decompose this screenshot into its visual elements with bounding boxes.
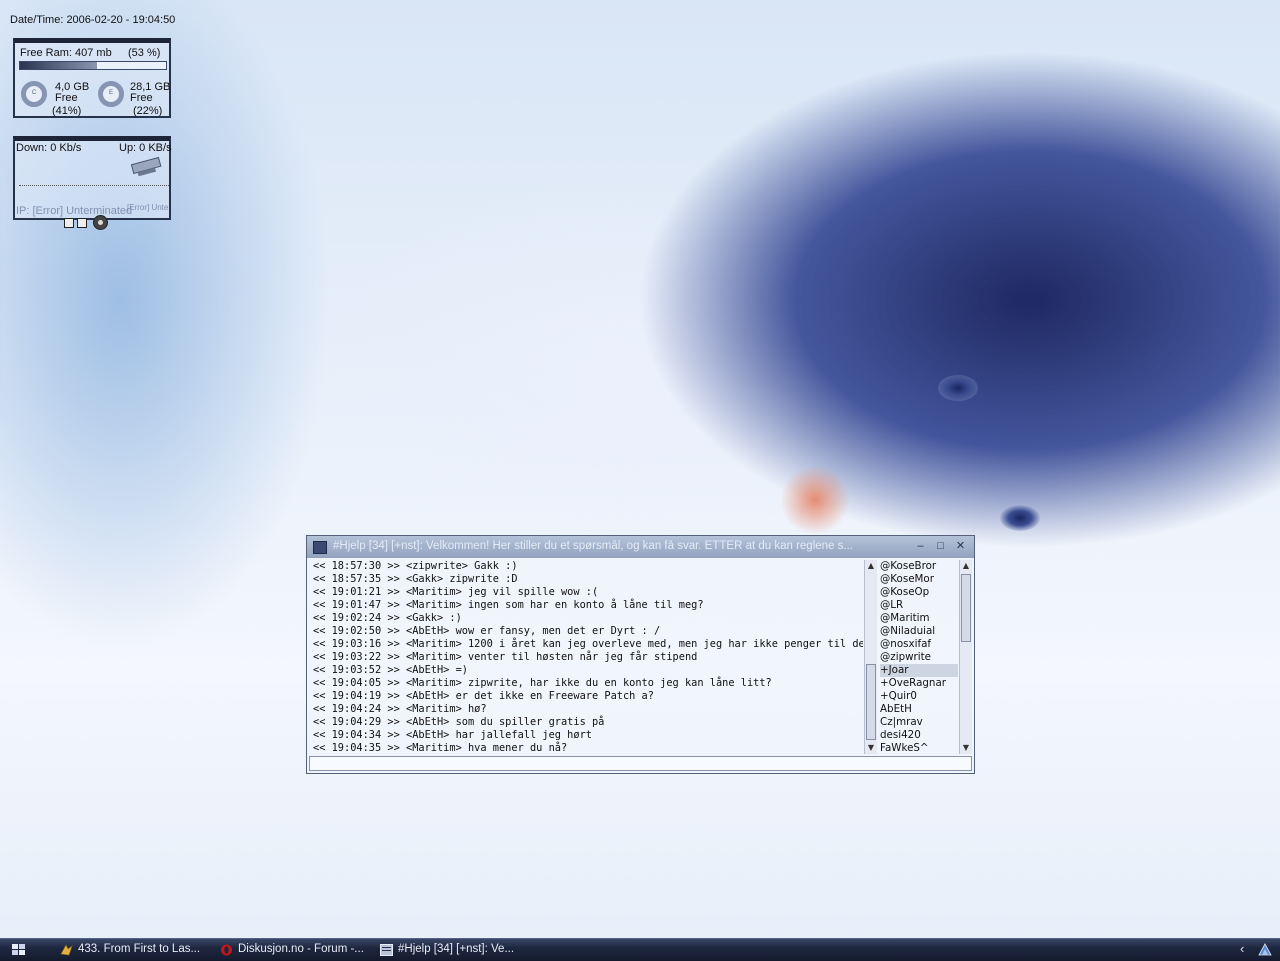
- network-tray-icon[interactable]: [1257, 942, 1273, 957]
- disk-e-letter: E: [108, 90, 113, 96]
- network-graph-divider: [19, 185, 169, 186]
- start-button[interactable]: [0, 939, 38, 961]
- nick-item[interactable]: +Joar: [880, 664, 958, 677]
- chat-line: << 19:02:50 >> <AbEtH> wow er fansy, men…: [313, 625, 661, 637]
- nick-item[interactable]: desi420: [880, 729, 958, 742]
- nick-item[interactable]: Cz|mrav: [880, 716, 958, 729]
- irc-title-bar[interactable]: #Hjelp [34] [+nst]: Velkommen! Her still…: [307, 536, 974, 558]
- nicklist-scroll-thumb[interactable]: [961, 574, 971, 642]
- chat-line: << 19:02:24 >> <Gakk> :): [313, 612, 462, 624]
- network-widget: Down: 0 Kb/s Up: 0 KB/s IP: [Error] Unte…: [13, 136, 172, 220]
- taskbar-task-irc[interactable]: #Hjelp [34] [+nst]: Ve...: [378, 941, 528, 959]
- nicklist-scrollbar[interactable]: ▲ ▼: [959, 560, 972, 754]
- ip-address: IP: [Error] Unterminated: [16, 205, 133, 217]
- widget-settings-button[interactable]: [93, 215, 108, 230]
- free-ram-label: Free Ram: 407 mb: [20, 47, 112, 59]
- nick-item[interactable]: @LR: [880, 599, 958, 612]
- nick-item[interactable]: @KoseBror: [880, 560, 958, 573]
- chat-line: << 19:03:52 >> <AbEtH> =): [313, 664, 468, 676]
- irc-channel-window: #Hjelp [34] [+nst]: Velkommen! Her still…: [306, 535, 975, 774]
- datetime-display: Date/Time: 2006-02-20 - 19:04:50: [10, 14, 176, 26]
- chat-line: << 19:04:29 >> <AbEtH> som du spiller gr…: [313, 716, 605, 728]
- winamp-icon: [60, 944, 73, 956]
- chat-line: << 19:04:05 >> <Maritim> zipwrite, har i…: [313, 677, 772, 689]
- nick-item[interactable]: @nosxifaf: [880, 638, 958, 651]
- scroll-up-arrow-icon[interactable]: ▲: [865, 560, 877, 572]
- nick-item[interactable]: @Niladuial: [880, 625, 958, 638]
- download-speed: Down: 0 Kb/s: [16, 142, 82, 154]
- chat-scroll-thumb[interactable]: [866, 664, 876, 740]
- chat-line: << 18:57:35 >> <Gakk> zipwrite :D: [313, 573, 518, 585]
- widget-restore-button[interactable]: [64, 218, 74, 228]
- ram-usage-fill: [20, 62, 98, 69]
- widget-maximize-button[interactable]: [77, 218, 87, 228]
- disk-c-letter: C: [31, 90, 37, 96]
- disk-c-free-label: Free: [55, 92, 78, 104]
- nick-list[interactable]: @KoseBror @KoseMor @KoseOp @LR @Maritim …: [880, 560, 958, 754]
- nick-item[interactable]: AbEtH: [880, 703, 958, 716]
- ram-usage-bar: [19, 61, 167, 70]
- scroll-up-arrow-icon[interactable]: ▲: [960, 560, 972, 572]
- chat-line: << 19:04:24 >> <Maritim> hø?: [313, 703, 487, 715]
- nick-item[interactable]: @KoseMor: [880, 573, 958, 586]
- opera-icon: [221, 944, 232, 956]
- scroll-down-arrow-icon[interactable]: ▼: [960, 742, 972, 754]
- taskbar: 433. From First to Las... Diskusjon.no -…: [0, 938, 1280, 961]
- nick-item[interactable]: FaWkeS^: [880, 742, 958, 754]
- scroll-down-arrow-icon[interactable]: ▼: [865, 742, 877, 754]
- nick-item[interactable]: @Maritim: [880, 612, 958, 625]
- chat-line: << 19:04:35 >> <Maritim> hva mener du nå…: [313, 742, 568, 754]
- chat-line: << 19:04:19 >> <AbEtH> er det ikke en Fr…: [313, 690, 654, 702]
- chat-scrollbar[interactable]: ▲ ▼: [864, 560, 877, 754]
- task-label: #Hjelp [34] [+nst]: Ve...: [398, 943, 515, 955]
- network-card-icon: [130, 156, 162, 177]
- ram-percent: (53 %): [128, 47, 161, 59]
- irc-window-icon: [380, 944, 393, 956]
- chat-line: << 19:03:22 >> <Maritim> venter til høst…: [313, 651, 698, 663]
- task-label: Diskusjon.no - Forum -...: [238, 943, 364, 955]
- taskbar-task-winamp[interactable]: 433. From First to Las...: [58, 941, 208, 959]
- irc-window-icon: [313, 541, 327, 554]
- chat-line: << 19:01:21 >> <Maritim> jeg vil spille …: [313, 586, 599, 598]
- maximize-button[interactable]: □: [933, 539, 948, 554]
- chat-line: << 19:01:47 >> <Maritim> ingen som har e…: [313, 599, 704, 611]
- nick-item[interactable]: +Quir0: [880, 690, 958, 703]
- chat-line: << 19:03:16 >> <Maritim> 1200 i året kan…: [313, 638, 863, 650]
- ram-disk-widget: Free Ram: 407 mb (53 %) C 4,0 GB Free (4…: [13, 38, 171, 118]
- chat-log[interactable]: << 18:57:30 >> <zipwrite> Gakk :) << 18:…: [313, 560, 863, 754]
- disk-c-percent: (41%): [52, 105, 82, 117]
- nick-item[interactable]: +OveRagnar: [880, 677, 958, 690]
- nick-item[interactable]: @zipwrite: [880, 651, 958, 664]
- close-button[interactable]: ✕: [953, 539, 968, 554]
- disk-e-free-label: Free: [130, 92, 153, 104]
- irc-window-title: #Hjelp [34] [+nst]: Velkommen! Her still…: [333, 540, 853, 552]
- nick-item[interactable]: @KoseOp: [880, 586, 958, 599]
- upload-speed: Up: 0 KB/s: [119, 142, 172, 154]
- message-input[interactable]: [309, 756, 972, 771]
- disk-e-percent: (22%): [133, 105, 163, 117]
- minimize-button[interactable]: –: [913, 539, 928, 554]
- tray-expand-chevron-icon[interactable]: ‹: [1240, 941, 1244, 956]
- chat-line: << 18:57:30 >> <zipwrite> Gakk :): [313, 560, 518, 572]
- windows-logo-icon: [12, 944, 26, 956]
- taskbar-task-opera[interactable]: Diskusjon.no - Forum -...: [218, 941, 368, 959]
- ip-extra: [Error] Unte: [127, 203, 169, 212]
- task-label: 433. From First to Las...: [78, 943, 201, 955]
- chat-line: << 19:04:34 >> <AbEtH> har jallefall jeg…: [313, 729, 592, 741]
